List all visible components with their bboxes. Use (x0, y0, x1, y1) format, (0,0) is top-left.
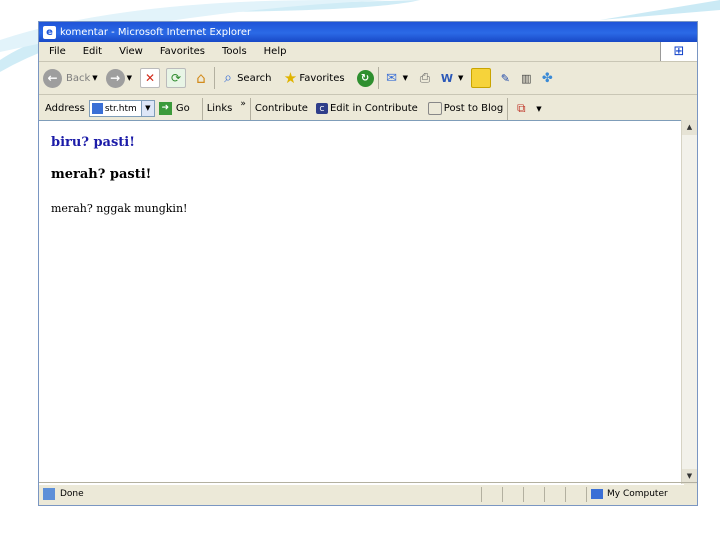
media-icon[interactable]: ↻ (356, 69, 374, 87)
extra-tool-icon[interactable]: ⧉ (512, 100, 530, 118)
favorites-star-icon: ★ (283, 69, 298, 87)
zone-label: My Computer (607, 489, 668, 499)
discuss-icon[interactable] (471, 68, 492, 88)
search-button[interactable]: ⌕ Search (219, 69, 271, 87)
refresh-icon[interactable]: ⟳ (166, 68, 187, 88)
menu-view[interactable]: View (109, 46, 150, 57)
word-edit-icon: W (440, 71, 454, 85)
standard-toolbar: ← Back ▼ → ▼ ✕ ⟳ ⌂ ⌕ Search ★ Favorites … (39, 62, 697, 95)
my-computer-icon (591, 489, 603, 499)
mail-button[interactable]: ✉ ▼ (383, 69, 412, 87)
menu-help[interactable]: Help (254, 46, 294, 57)
toolbar-separator (377, 67, 379, 89)
address-dropdown-icon[interactable]: ▼ (140, 101, 154, 116)
windows-logo-icon: ⊞ (660, 42, 697, 61)
back-arrow-icon: ← (43, 68, 62, 88)
content-line-blue: biru? pasti! (51, 135, 135, 150)
links-button[interactable]: Links (207, 103, 233, 114)
vertical-scrollbar[interactable]: ▲ ▼ (681, 120, 697, 484)
window-title: komentar - Microsoft Internet Explorer (60, 26, 252, 38)
address-value: str.htm (104, 103, 137, 114)
toolbar-separator (214, 67, 216, 89)
print-icon[interactable]: ⎙ (416, 69, 434, 87)
research-icon[interactable]: ✎ (496, 69, 514, 87)
post-to-blog-button[interactable]: Post to Blog (444, 103, 503, 114)
go-button[interactable]: Go (176, 103, 190, 114)
contribute-button[interactable]: Contribute (255, 103, 308, 114)
mail-icon: ✉ (386, 70, 398, 86)
address-bar: Address str.htm ▼ ➜ Go Links » Contribut… (39, 95, 697, 123)
forward-button[interactable]: → ▼ (105, 68, 136, 88)
status-pane (502, 486, 523, 502)
status-bar: Done My Computer (39, 482, 697, 505)
favorites-button[interactable]: ★ Favorites (281, 69, 345, 87)
messenger-icon[interactable]: ✤ (538, 69, 556, 87)
status-page-icon (43, 488, 55, 500)
search-label: Search (237, 72, 272, 84)
status-pane (544, 486, 565, 502)
menu-edit[interactable]: Edit (73, 46, 109, 57)
edit-in-contribute-button[interactable]: Edit in Contribute (330, 103, 418, 114)
content-line-bold: merah? pasti! (51, 167, 152, 182)
title-bar: e komentar - Microsoft Internet Explorer (39, 22, 697, 42)
edit-dropdown-icon[interactable]: ▼ (458, 74, 463, 82)
home-icon[interactable]: ⌂ (192, 69, 210, 87)
forward-dropdown-icon[interactable]: ▼ (127, 74, 132, 82)
favorites-label: Favorites (299, 72, 345, 84)
stop-icon[interactable]: ✕ (140, 68, 161, 88)
status-pane (481, 486, 502, 502)
back-dropdown-icon[interactable]: ▼ (92, 74, 97, 82)
toolbar-separator (249, 97, 251, 120)
contribute-icon: C (315, 103, 328, 114)
address-label: Address (45, 103, 85, 114)
forward-arrow-icon: → (105, 68, 125, 88)
post-to-blog-icon (427, 102, 442, 115)
status-pane (523, 486, 544, 502)
content-line-plain: merah? nggak mungkin! (51, 202, 188, 215)
address-input[interactable]: str.htm ▼ (88, 100, 155, 117)
status-text: Done (60, 489, 84, 499)
browser-window: e komentar - Microsoft Internet Explorer… (38, 21, 698, 506)
ie-icon: e (43, 25, 56, 39)
security-zone: My Computer (586, 486, 697, 502)
toolbar-separator (507, 97, 509, 120)
page-content: biru? pasti! merah? pasti! merah? nggak … (39, 120, 684, 485)
extra-tool-dropdown-icon[interactable]: ▼ (536, 105, 541, 113)
menu-favorites[interactable]: Favorites (150, 46, 212, 57)
back-button[interactable]: ← Back ▼ (43, 68, 102, 88)
menu-file[interactable]: File (39, 46, 73, 57)
search-icon: ⌕ (224, 70, 232, 86)
page-icon (91, 103, 103, 114)
mail-dropdown-icon[interactable]: ▼ (403, 74, 408, 82)
edit-button[interactable]: W ▼ (438, 69, 467, 87)
menu-bar: File Edit View Favorites Tools Help ⊞ (39, 42, 697, 62)
toolbar-separator (201, 97, 203, 120)
messenger-books-icon[interactable]: ▥ (517, 69, 535, 87)
menu-tools[interactable]: Tools (212, 46, 254, 57)
links-chevron[interactable]: » (240, 99, 246, 109)
status-pane (565, 486, 586, 502)
back-label: Back (66, 72, 91, 84)
scroll-up-icon[interactable]: ▲ (682, 120, 697, 135)
go-arrow-icon[interactable]: ➜ (158, 102, 172, 115)
